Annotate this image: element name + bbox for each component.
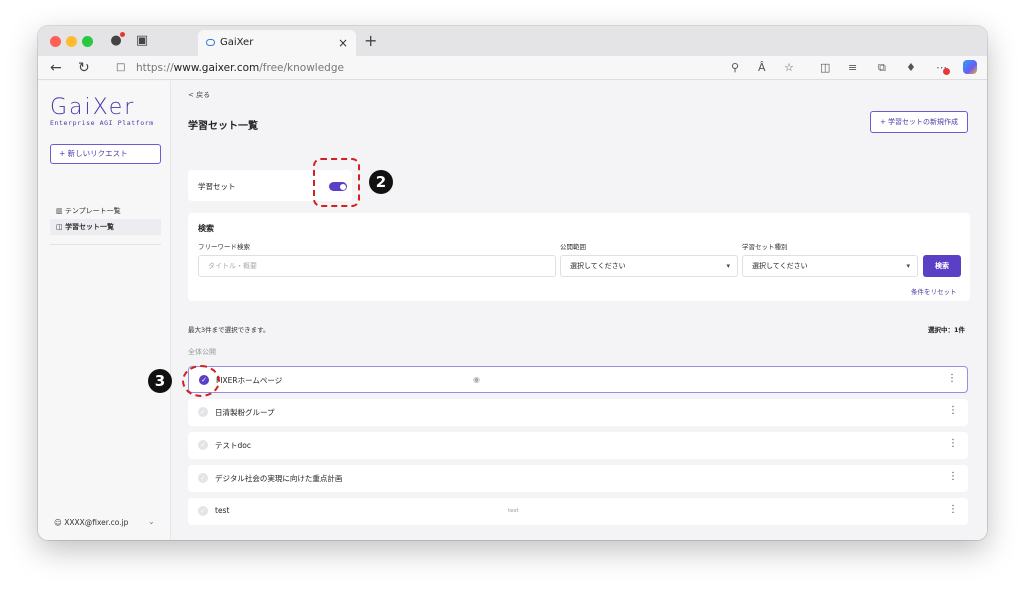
favicon-icon <box>206 39 215 46</box>
list-item-name: デジタル社会の実現に向けた重点計画 <box>215 474 343 483</box>
notification-dot <box>120 32 125 37</box>
browser-tab[interactable]: GaiXer × <box>198 30 356 56</box>
set-type-value: 選択してください <box>752 262 808 270</box>
gaixer-logo[interactable]: GaiXer <box>50 95 135 120</box>
back-arrow-icon[interactable]: ← <box>50 60 62 76</box>
url-path: /free/knowledge <box>259 62 344 74</box>
new-request-button[interactable]: + 新しいリクエスト <box>50 144 161 164</box>
sidebar-item-label: テンプレート一覧 <box>64 207 121 215</box>
tab-title: GaiXer <box>220 37 254 48</box>
step-badge-3: 3 <box>148 369 172 393</box>
more-vertical-icon[interactable]: ⋮ <box>947 373 957 384</box>
copilot-icon[interactable] <box>963 60 977 74</box>
visibility-value: 選択してください <box>570 262 626 270</box>
lock-icon: □ <box>116 62 126 73</box>
check-icon[interactable]: ✓ <box>198 506 208 516</box>
list-item-name: FIXERホームページ <box>216 376 283 385</box>
selection-limit-text: 最大3件まで選択できます。 <box>188 326 270 334</box>
favorite-star-icon[interactable]: ☆ <box>784 60 794 76</box>
list-item-name: テストdoc <box>215 441 251 450</box>
list-item[interactable]: ✓ FIXERホームページ ◉ ⋮ <box>188 366 968 393</box>
search-button[interactable]: 検索 <box>923 255 961 277</box>
more-vertical-icon[interactable]: ⋮ <box>948 504 958 515</box>
step-badge-2: 2 <box>369 170 393 194</box>
user-icon: ☺ <box>54 518 65 527</box>
user-email: XXXX@fixer.co.jp <box>64 518 129 527</box>
check-icon[interactable]: ✓ <box>198 440 208 450</box>
globe-icon: ◉ <box>473 375 480 384</box>
book-icon: ◫ <box>56 223 66 231</box>
more-vertical-icon[interactable]: ⋮ <box>948 471 958 482</box>
set-type-select[interactable]: 選択してください ▾ <box>742 255 918 277</box>
url-scheme: https:// <box>136 62 174 74</box>
sidebar: GaiXer Enterprise AGI Platform + 新しいリクエス… <box>38 81 171 540</box>
menu-badge <box>943 68 950 75</box>
read-aloud-icon[interactable]: Â <box>758 60 766 76</box>
sidebar-item-templates[interactable]: ▥ テンプレート一覧 <box>50 203 161 219</box>
sidebar-item-learning-sets[interactable]: ◫ 学習セット一覧 <box>50 219 161 235</box>
search-title: 検索 <box>198 224 214 233</box>
list-item[interactable]: ✓ 日清製粉グループ ⋮ <box>188 399 968 426</box>
list-item-name: 日清製粉グループ <box>215 408 275 417</box>
page-content: GaiXer Enterprise AGI Platform + 新しいリクエス… <box>38 81 987 540</box>
list-item[interactable]: ✓ テストdoc ⋮ <box>188 432 968 459</box>
more-vertical-icon[interactable]: ⋮ <box>948 438 958 449</box>
search-panel: 検索 フリーワード検索 タイトル・概要 公開範囲 選択してください ▾ 学習セッ… <box>188 213 970 301</box>
list-item[interactable]: ✓ デジタル社会の実現に向けた重点計画 ⋮ <box>188 465 968 492</box>
logo-subtitle: Enterprise AGI Platform <box>50 119 154 127</box>
sidebar-item-label: 学習セット一覧 <box>65 223 115 231</box>
new-tab-button[interactable]: + <box>364 32 377 50</box>
check-icon[interactable]: ✓ <box>198 407 208 417</box>
caret-down-icon: ▾ <box>906 262 910 270</box>
toggle-label: 学習セット <box>198 182 236 191</box>
more-vertical-icon[interactable]: ⋮ <box>948 405 958 416</box>
tab-bar: ● ▣ GaiXer × + <box>38 26 987 56</box>
maximize-window-button[interactable] <box>82 36 93 47</box>
reload-icon[interactable]: ↻ <box>78 60 90 76</box>
selected-count: 選択中：1件 <box>928 326 966 334</box>
minimize-window-button[interactable] <box>66 36 77 47</box>
browser-window: ● ▣ GaiXer × + ← ↻ □ https://www.gaixer.… <box>38 26 987 540</box>
main-panel: < 戻る 学習セット一覧 + 学習セットの新規作成 学習セット 検索 フリーワー… <box>172 81 987 540</box>
split-screen-icon[interactable]: ◫ <box>820 60 830 76</box>
close-window-button[interactable] <box>50 36 61 47</box>
freeword-label: フリーワード検索 <box>198 243 250 251</box>
user-account[interactable]: ☺ XXXX@fixer.co.jp <box>54 518 128 527</box>
tab-actions-icon[interactable]: ▣ <box>134 33 150 49</box>
list-item-description: test <box>508 508 519 514</box>
favorites-list-icon[interactable]: ≡ <box>848 60 857 76</box>
highlight-circle-checkbox <box>182 365 220 397</box>
reset-conditions-link[interactable]: 条件をリセット <box>911 286 957 296</box>
visibility-select[interactable]: 選択してください ▾ <box>560 255 738 277</box>
tab-close-icon[interactable]: × <box>338 30 348 56</box>
group-label: 全体公開 <box>188 348 216 356</box>
list-item-name: test <box>215 506 230 515</box>
zoom-icon[interactable]: ⚲ <box>731 60 739 76</box>
collections-icon[interactable]: ⧉ <box>878 60 886 76</box>
visibility-label: 公開範囲 <box>560 243 586 251</box>
template-icon: ▥ <box>56 207 65 215</box>
freeword-search-input[interactable]: タイトル・概要 <box>198 255 556 277</box>
set-type-label: 学習セット種別 <box>742 243 788 251</box>
back-link[interactable]: < 戻る <box>188 90 210 100</box>
check-icon[interactable]: ✓ <box>198 473 208 483</box>
caret-down-icon: ▾ <box>726 262 730 270</box>
highlight-box-toggle <box>313 158 360 207</box>
list-item[interactable]: ✓ test test ⋮ <box>188 498 968 525</box>
page-title: 学習セット一覧 <box>188 121 258 132</box>
create-learning-set-button[interactable]: + 学習セットの新規作成 <box>870 111 968 133</box>
extensions-icon[interactable]: ♦ <box>906 60 916 76</box>
url-host: www.gaixer.com <box>173 62 260 74</box>
chevron-down-icon[interactable]: ⌄ <box>148 517 155 526</box>
sidebar-divider <box>50 244 161 245</box>
address-bar: ← ↻ □ https://www.gaixer.com/free/knowle… <box>38 56 987 80</box>
